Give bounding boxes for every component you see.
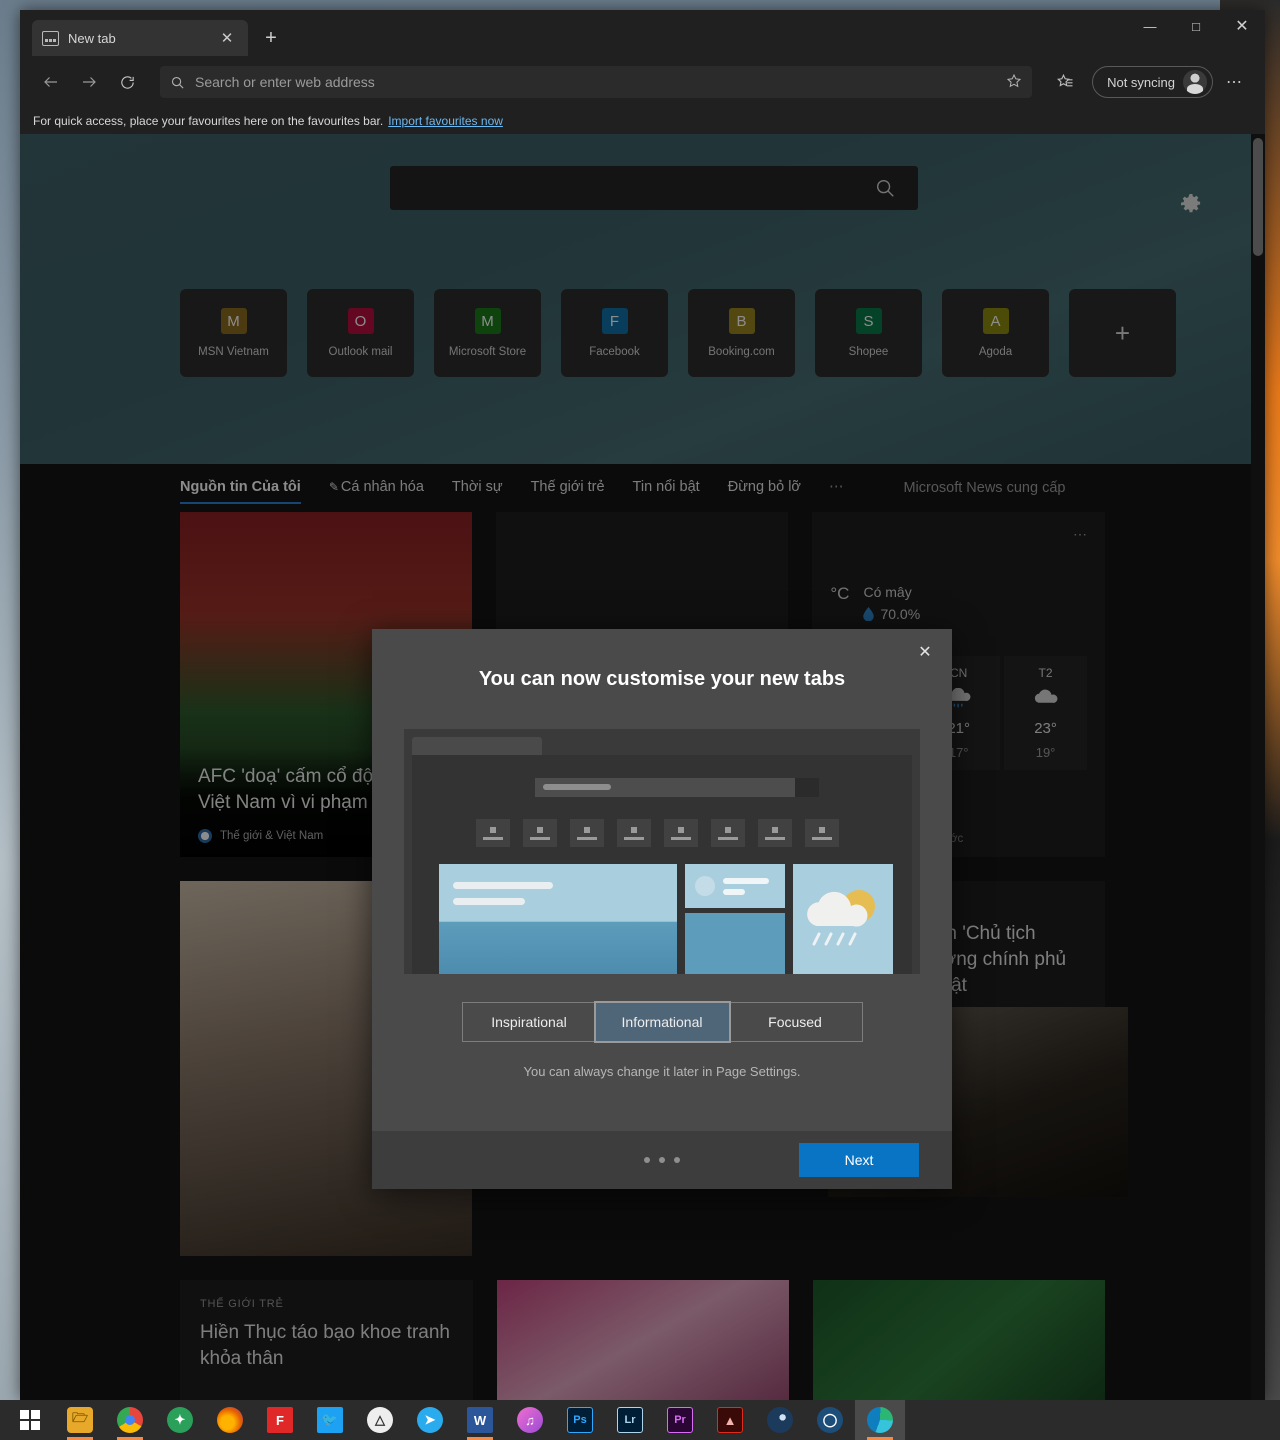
next-button[interactable]: Next (799, 1143, 919, 1177)
illustration-list-card (685, 864, 785, 908)
taskbar-item-telegram[interactable]: ➤ (405, 1400, 455, 1440)
layout-option-focused[interactable]: Focused (729, 1003, 862, 1041)
microsoft-edge-icon (867, 1407, 893, 1433)
layout-option-informational[interactable]: Informational (593, 1001, 731, 1043)
illustration-cards (439, 864, 893, 974)
add-favourite-icon[interactable] (1006, 73, 1022, 92)
back-arrow-icon[interactable] (34, 65, 68, 99)
tab-strip: New tab ✕ + — □ ✕ (20, 10, 1265, 56)
avatar (1183, 70, 1207, 94)
browser-tab[interactable]: New tab ✕ (32, 20, 248, 56)
customise-tabs-dialog: You can now customise your new tabs ✕ In… (372, 629, 952, 1189)
illustration-tiles (476, 819, 839, 847)
illustration-tile (758, 819, 792, 847)
taskbar-item-premiere-pro[interactable]: Pr (655, 1400, 705, 1440)
more-settings-button[interactable]: ⋯ (1217, 65, 1251, 99)
window-controls: — □ ✕ (1127, 10, 1265, 42)
illustration-address-button (795, 778, 819, 797)
taskbar-item-alienware[interactable]: ◯ (805, 1400, 855, 1440)
illustration-tile (570, 819, 604, 847)
taskbar-item-microsoft-edge[interactable] (855, 1400, 905, 1440)
taskbar-item-microsoft-word[interactable]: W (455, 1400, 505, 1440)
firefox-icon (217, 1407, 243, 1433)
premiere-pro-icon: Pr (667, 1407, 693, 1433)
browser-toolbar: Search or enter web address Not syncing … (20, 56, 1265, 108)
steam-icon (767, 1407, 793, 1433)
minimize-button[interactable]: — (1127, 10, 1173, 42)
browser-window: New tab ✕ + — □ ✕ Search or enter web ad… (20, 10, 1265, 1400)
illustration-tile (523, 819, 557, 847)
taskbar-item-acrobat-reader[interactable]: ▲ (705, 1400, 755, 1440)
taskbar-item-photoshop[interactable]: Ps (555, 1400, 605, 1440)
illustration-tile (617, 819, 651, 847)
kaspersky-icon: ✦ (167, 1407, 193, 1433)
illustration-weather-card (793, 864, 893, 974)
tab-title: New tab (68, 30, 116, 46)
new-tab-button[interactable]: + (256, 23, 286, 53)
google-chrome-icon (117, 1407, 143, 1433)
lightroom-icon: Lr (617, 1407, 643, 1433)
newtab-favicon-icon (42, 30, 59, 46)
photos-icon: △ (367, 1407, 393, 1433)
illustration-mid-cards (685, 864, 785, 974)
sync-status-label: Not syncing (1107, 74, 1175, 90)
flipboard-icon: F (267, 1407, 293, 1433)
forward-arrow-icon[interactable] (72, 65, 106, 99)
address-input[interactable]: Search or enter web address (195, 74, 996, 90)
taskbar-item-file-explorer[interactable]: 🗁 (55, 1400, 105, 1440)
sync-status-button[interactable]: Not syncing (1092, 66, 1213, 98)
search-icon (171, 76, 184, 89)
twitter-icon: 🐦 (317, 1407, 343, 1433)
taskbar: 🗁 ✦ F 🐦 △ ➤ W ♫ Ps Lr Pr ▲ ◯ (0, 1400, 1280, 1440)
taskbar-item-steam[interactable] (755, 1400, 805, 1440)
close-icon[interactable]: ✕ (910, 637, 940, 667)
illustration-tile (711, 819, 745, 847)
illustration-tile (805, 819, 839, 847)
layout-option-inspirational[interactable]: Inspirational (463, 1003, 596, 1041)
illustration-block-card (685, 913, 785, 974)
refresh-icon[interactable] (110, 65, 144, 99)
taskbar-item-kaspersky[interactable]: ✦ (155, 1400, 205, 1440)
favourites-bar: For quick access, place your favourites … (20, 108, 1265, 134)
illustration-address-bar (535, 778, 795, 797)
taskbar-item-photos[interactable]: △ (355, 1400, 405, 1440)
acrobat-reader-icon: ▲ (717, 1407, 743, 1433)
illustration-tile (476, 819, 510, 847)
taskbar-item-itunes[interactable]: ♫ (505, 1400, 555, 1440)
sun-cloud-rain-icon (807, 890, 875, 946)
dialog-footer: Next (372, 1131, 952, 1189)
address-bar[interactable]: Search or enter web address (160, 66, 1033, 98)
alienware-icon: ◯ (817, 1407, 843, 1433)
telegram-icon: ➤ (417, 1407, 443, 1433)
illustration-hero-card (439, 864, 677, 974)
maximize-button[interactable]: □ (1173, 10, 1219, 42)
layout-options: Inspirational Informational Focused (461, 1001, 863, 1043)
taskbar-item-google-chrome[interactable] (105, 1400, 155, 1440)
microsoft-word-icon: W (467, 1407, 493, 1433)
new-tab-page: M MSN Vietnam O Outlook mail M Microsoft… (20, 134, 1265, 1400)
start-button[interactable] (5, 1400, 55, 1440)
close-window-button[interactable]: ✕ (1219, 10, 1265, 42)
dialog-hint: You can always change it later in Page S… (523, 1064, 801, 1079)
photoshop-icon: Ps (567, 1407, 593, 1433)
dialog-illustration (404, 729, 920, 974)
dialog-title: You can now customise your new tabs (478, 667, 846, 690)
illustration-tab (412, 737, 542, 757)
windows-logo-icon (20, 1410, 40, 1430)
dialog-pager (644, 1157, 680, 1163)
taskbar-item-flipboard[interactable]: F (255, 1400, 305, 1440)
close-tab-icon[interactable]: ✕ (216, 27, 238, 49)
collections-icon[interactable] (1048, 65, 1082, 99)
taskbar-item-lightroom[interactable]: Lr (605, 1400, 655, 1440)
layout-option-group: Inspirational Informational Focused (372, 1001, 952, 1043)
taskbar-item-twitter[interactable]: 🐦 (305, 1400, 355, 1440)
favourites-bar-message: For quick access, place your favourites … (33, 114, 384, 128)
dialog-header: You can now customise your new tabs ✕ (372, 629, 952, 729)
import-favourites-link[interactable]: Import favourites now (388, 114, 503, 128)
taskbar-item-firefox[interactable] (205, 1400, 255, 1440)
itunes-icon: ♫ (517, 1407, 543, 1433)
illustration-tile (664, 819, 698, 847)
file-explorer-icon: 🗁 (67, 1407, 93, 1433)
